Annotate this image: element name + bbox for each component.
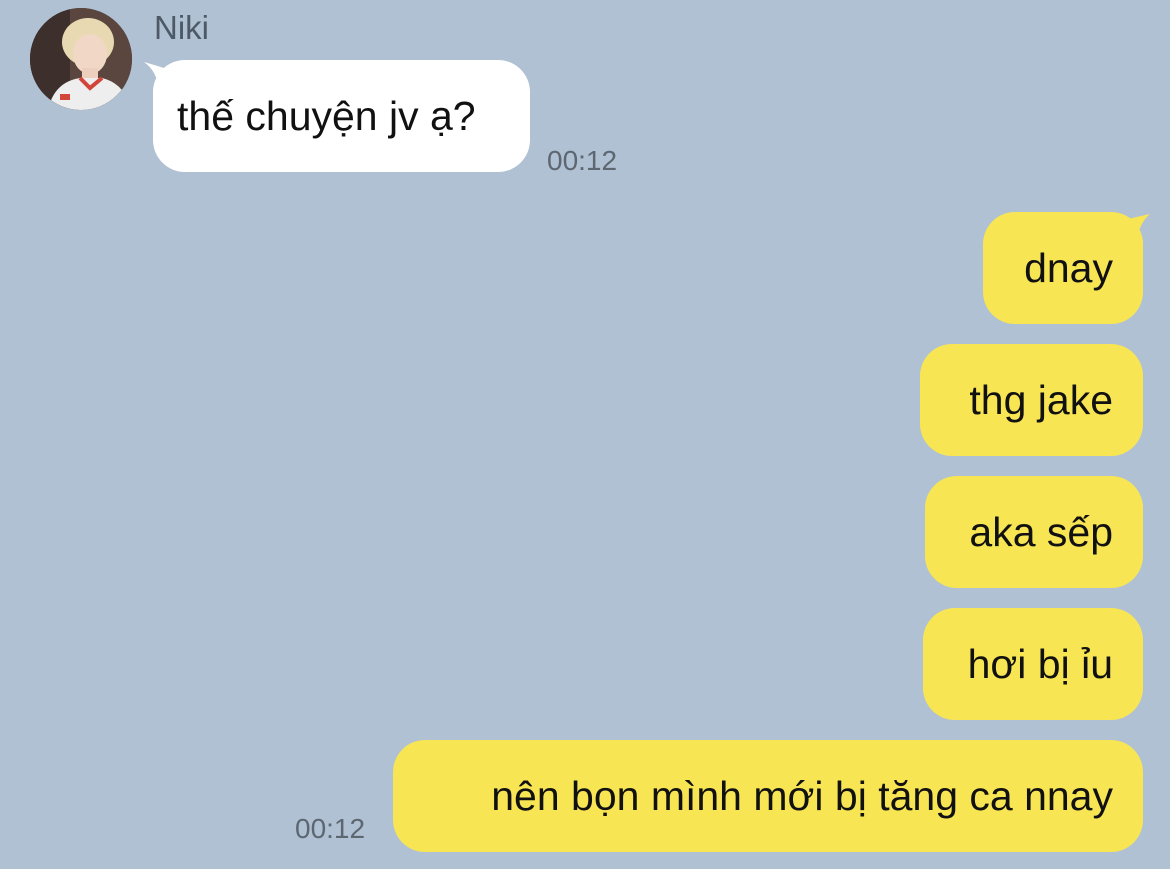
outgoing-message-bubble[interactable]: hơi bị ỉu [923, 608, 1143, 720]
incoming-message-time: 00:12 [547, 145, 618, 176]
outgoing-message-bubble[interactable]: aka sếp [925, 476, 1143, 588]
contact-avatar[interactable] [30, 8, 132, 110]
outgoing-message-bubble[interactable]: nên bọn mình mới bị tăng ca nnay [393, 740, 1143, 852]
outgoing-message-time: 00:12 [295, 813, 366, 844]
outgoing-message-text: nên bọn mình mới bị tăng ca nnay [491, 773, 1113, 819]
outgoing-message-text: hơi bị ỉu [967, 641, 1113, 687]
outgoing-message-text: aka sếp [969, 509, 1113, 555]
outgoing-message-bubble[interactable]: thg jake [920, 344, 1143, 456]
outgoing-message-text: dnay [1024, 245, 1113, 291]
incoming-message-bubble[interactable]: thế chuyện jv ạ? [153, 60, 530, 172]
contact-name: Niki [154, 9, 209, 46]
outgoing-message-bubble[interactable]: dnay [983, 212, 1143, 324]
chat-thread: Niki thế chuyện jv ạ? 00:12 dnay thg jak… [0, 0, 1170, 869]
incoming-message-text: thế chuyện jv ạ? [177, 93, 476, 139]
avatar-photo-icon [30, 8, 132, 110]
outgoing-message-text: thg jake [969, 377, 1113, 423]
